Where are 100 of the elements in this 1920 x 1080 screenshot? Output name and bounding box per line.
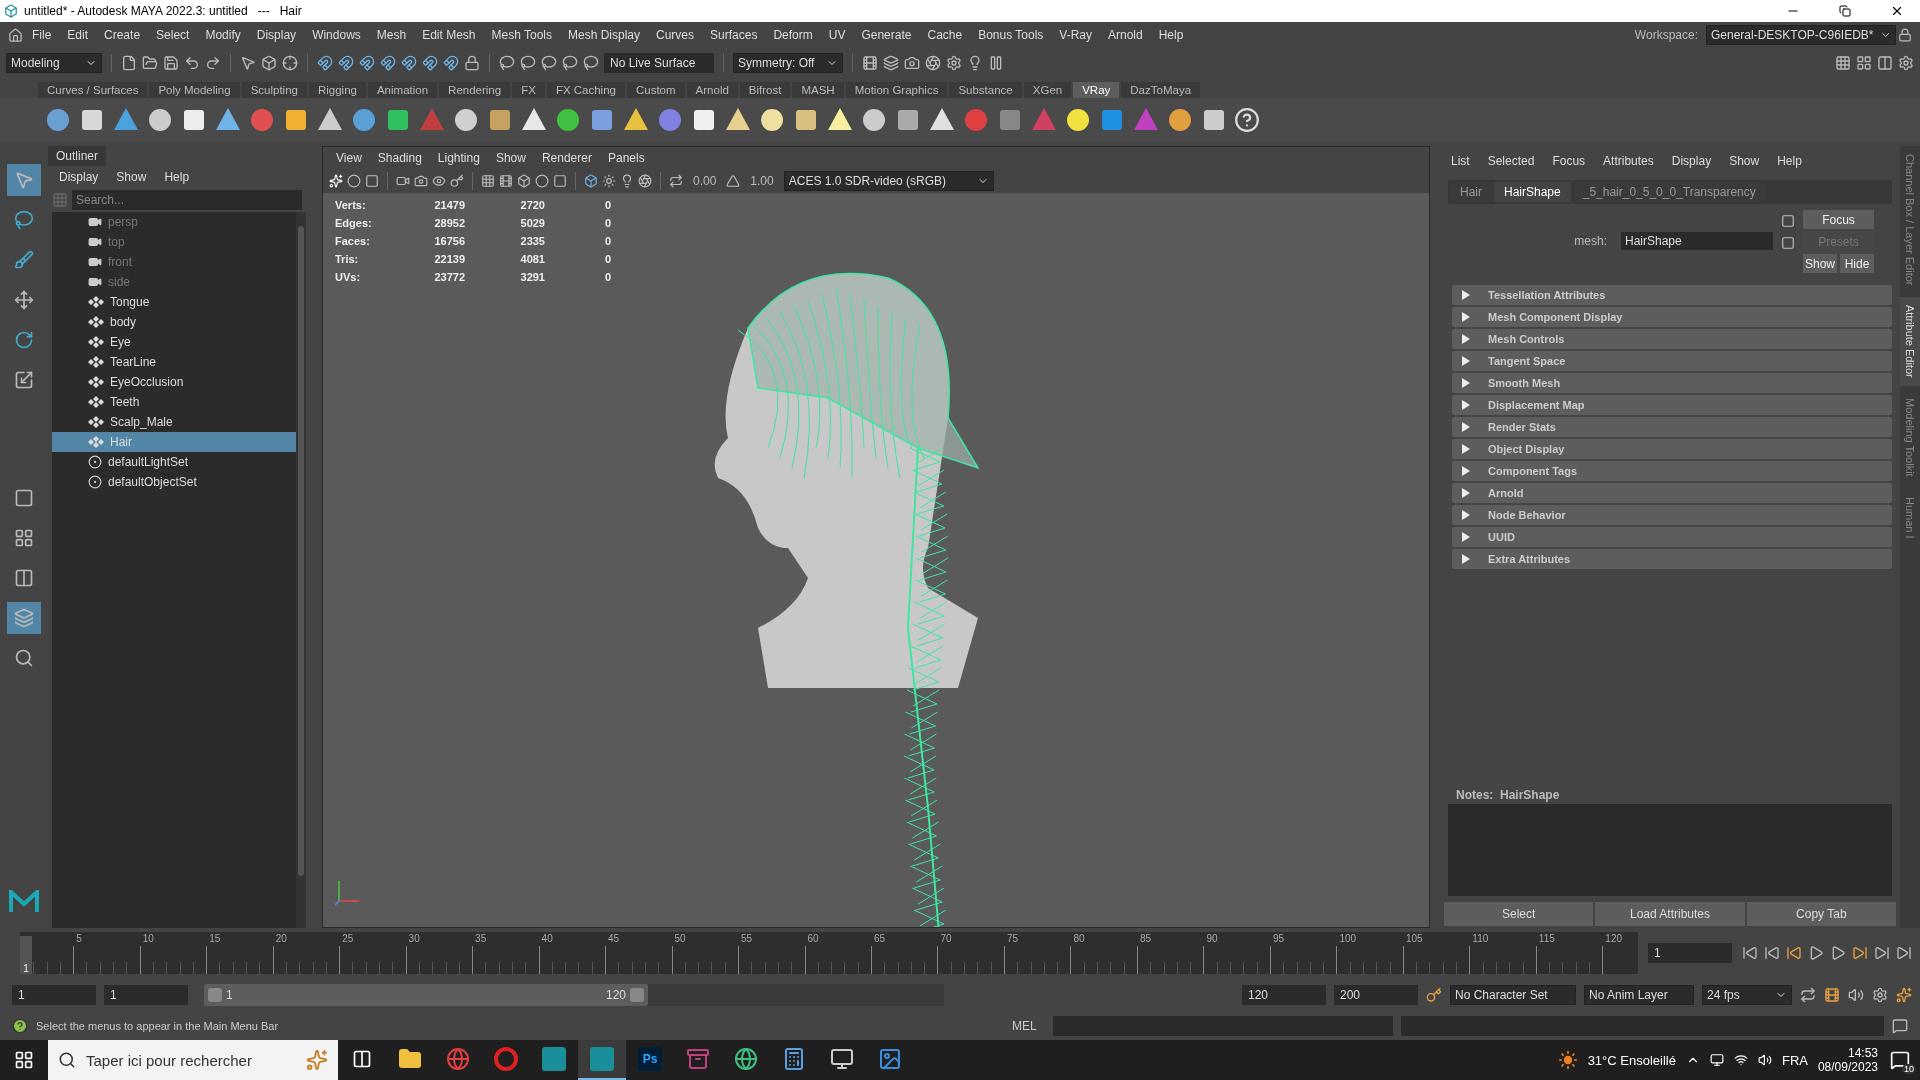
node-tab[interactable]: HairShape xyxy=(1494,182,1571,202)
shelf-tool-icon[interactable] xyxy=(350,106,378,134)
settings-icon[interactable] xyxy=(1872,987,1888,1003)
lasso-icon[interactable] xyxy=(520,55,536,71)
menu-item[interactable]: Show xyxy=(488,149,533,167)
menu-item[interactable]: Arnold xyxy=(1101,26,1150,44)
notification-button[interactable]: 10 xyxy=(1888,1048,1912,1072)
menu-item[interactable]: Generate xyxy=(854,26,919,44)
new-file-icon[interactable] xyxy=(121,55,137,71)
layout-icon[interactable] xyxy=(1856,55,1872,71)
shelf-tool-icon[interactable] xyxy=(860,106,888,134)
command-field[interactable] xyxy=(1052,1016,1393,1036)
aperture-icon[interactable] xyxy=(638,174,652,188)
gear-icon[interactable] xyxy=(946,55,962,71)
shelf-tab[interactable]: Rendering xyxy=(439,82,511,98)
go-to-start-icon[interactable] xyxy=(1742,945,1758,961)
cube-icon[interactable] xyxy=(517,174,531,188)
clock[interactable]: 14:53 08/09/2023 xyxy=(1817,1045,1878,1075)
camera-icon[interactable] xyxy=(904,55,920,71)
step-back-key-icon[interactable] xyxy=(1764,945,1780,961)
section-header[interactable]: Node Behavior xyxy=(1452,505,1892,525)
character-set-dropdown[interactable]: No Character Set xyxy=(1450,985,1576,1005)
menu-item[interactable]: Show xyxy=(109,168,154,186)
menu-item[interactable]: Renderer xyxy=(534,149,599,167)
columns-icon[interactable] xyxy=(1877,55,1893,71)
shelf-tool-icon[interactable] xyxy=(44,106,72,134)
shelf-tab[interactable]: Poly Modeling xyxy=(149,82,240,98)
live-surface-field[interactable]: No Live Surface xyxy=(604,53,714,73)
open-folder-icon[interactable] xyxy=(142,55,158,71)
shelf-tab[interactable]: FX xyxy=(512,82,545,98)
workspace-dropdown[interactable]: General-DESKTOP-C96IEDB* xyxy=(1706,25,1896,45)
eye-icon[interactable] xyxy=(432,174,446,188)
section-header[interactable]: Mesh Component Display xyxy=(1452,307,1892,327)
section-header[interactable]: Component Tags xyxy=(1452,461,1892,481)
menu-item[interactable]: Cache xyxy=(920,26,970,44)
menu-item[interactable]: Mesh Display xyxy=(561,26,648,44)
panel-button[interactable]: Focus xyxy=(1803,210,1874,229)
language-indicator[interactable]: FRA xyxy=(1781,1052,1808,1068)
current-frame-field[interactable]: 1 xyxy=(1648,943,1732,963)
menu-item[interactable]: Attributes xyxy=(1596,152,1661,170)
shelf-tab[interactable]: Animation xyxy=(367,82,438,98)
menu-item[interactable]: Edit xyxy=(60,26,96,44)
lasso-icon[interactable] xyxy=(583,55,599,71)
lock-icon[interactable] xyxy=(464,55,480,71)
start-field[interactable]: 1 xyxy=(12,985,96,1005)
symmetry-dropdown[interactable]: Symmetry: Off xyxy=(733,53,843,73)
camera-icon[interactable] xyxy=(396,174,410,188)
play-icon[interactable] xyxy=(1830,945,1846,961)
aperture-icon[interactable] xyxy=(925,55,941,71)
magnet-icon[interactable] xyxy=(422,55,438,71)
magnet-icon[interactable] xyxy=(317,55,333,71)
magnet-icon[interactable] xyxy=(443,55,459,71)
menu-item[interactable]: List xyxy=(1444,152,1477,170)
shelf-tab[interactable]: Sculpting xyxy=(241,82,307,98)
menu-item[interactable]: Create xyxy=(97,26,148,44)
outliner-item[interactable]: EyeOcclusion xyxy=(52,372,296,392)
section-header[interactable]: Arnold xyxy=(1452,483,1892,503)
menu-item[interactable]: Selected xyxy=(1480,152,1542,170)
shelf-tool-icon[interactable] xyxy=(452,106,480,134)
film-icon[interactable] xyxy=(1824,987,1840,1003)
menu-item[interactable]: Bonus Tools xyxy=(971,26,1051,44)
outliner-item[interactable]: body xyxy=(52,312,296,332)
bulb-icon[interactable] xyxy=(967,55,983,71)
shelf-tab[interactable]: Arnold xyxy=(686,82,738,98)
menu-item[interactable]: Help xyxy=(1770,152,1809,170)
step-forward-icon[interactable] xyxy=(1852,945,1868,961)
circle-icon[interactable] xyxy=(535,174,549,188)
layers-icon[interactable] xyxy=(883,55,899,71)
magnet-icon[interactable] xyxy=(338,55,354,71)
magnet-icon[interactable] xyxy=(380,55,396,71)
help-icon[interactable] xyxy=(12,1018,28,1034)
menu-item[interactable]: Edit Mesh xyxy=(415,26,483,44)
section-header[interactable]: Mesh Controls xyxy=(1452,329,1892,349)
playback-start-field[interactable]: 1 xyxy=(104,985,188,1005)
square-icon[interactable] xyxy=(553,174,567,188)
shelf-tab[interactable]: Custom xyxy=(626,82,685,98)
camera-icon[interactable] xyxy=(414,174,428,188)
shelf-tab[interactable]: DazToMaya xyxy=(1121,82,1201,98)
editor-button[interactable]: Load Attributes xyxy=(1595,902,1745,926)
time-slider[interactable]: 5 10 15 20 25 30 35 40 45 50 55 60 65 70 75 80 85 90 95 100 105 110 115 120 1 xyxy=(20,932,1638,974)
menu-item[interactable]: V-Ray xyxy=(1052,26,1099,44)
editor-button[interactable]: Select xyxy=(1444,902,1594,926)
language-label[interactable]: MEL xyxy=(1004,1019,1045,1033)
menu-item[interactable]: Help xyxy=(1151,26,1191,44)
shelf-tab[interactable]: Rigging xyxy=(308,82,366,98)
menu-item[interactable]: Display xyxy=(52,168,106,186)
side-tab[interactable]: Attribute Editor xyxy=(1900,297,1920,387)
weather-text[interactable]: 31°C Ensoleillé xyxy=(1587,1052,1676,1068)
section-header[interactable]: Extra Attributes xyxy=(1452,549,1892,569)
menu-item[interactable]: Shading xyxy=(370,149,429,167)
play-backwards-icon[interactable] xyxy=(1808,945,1824,961)
outliner-item[interactable]: Tongue xyxy=(52,292,296,312)
cycle-icon[interactable] xyxy=(669,174,683,188)
menu-item[interactable]: Help xyxy=(157,168,197,186)
shelf-tool-icon[interactable] xyxy=(1064,106,1092,134)
end-field[interactable]: 200 xyxy=(1334,985,1418,1005)
shelf-tab[interactable]: FX Caching xyxy=(546,82,625,98)
outliner-item[interactable]: Teeth xyxy=(52,392,296,412)
outliner-item[interactable]: defaultLightSet xyxy=(52,452,296,472)
key-icon[interactable] xyxy=(1426,987,1442,1003)
